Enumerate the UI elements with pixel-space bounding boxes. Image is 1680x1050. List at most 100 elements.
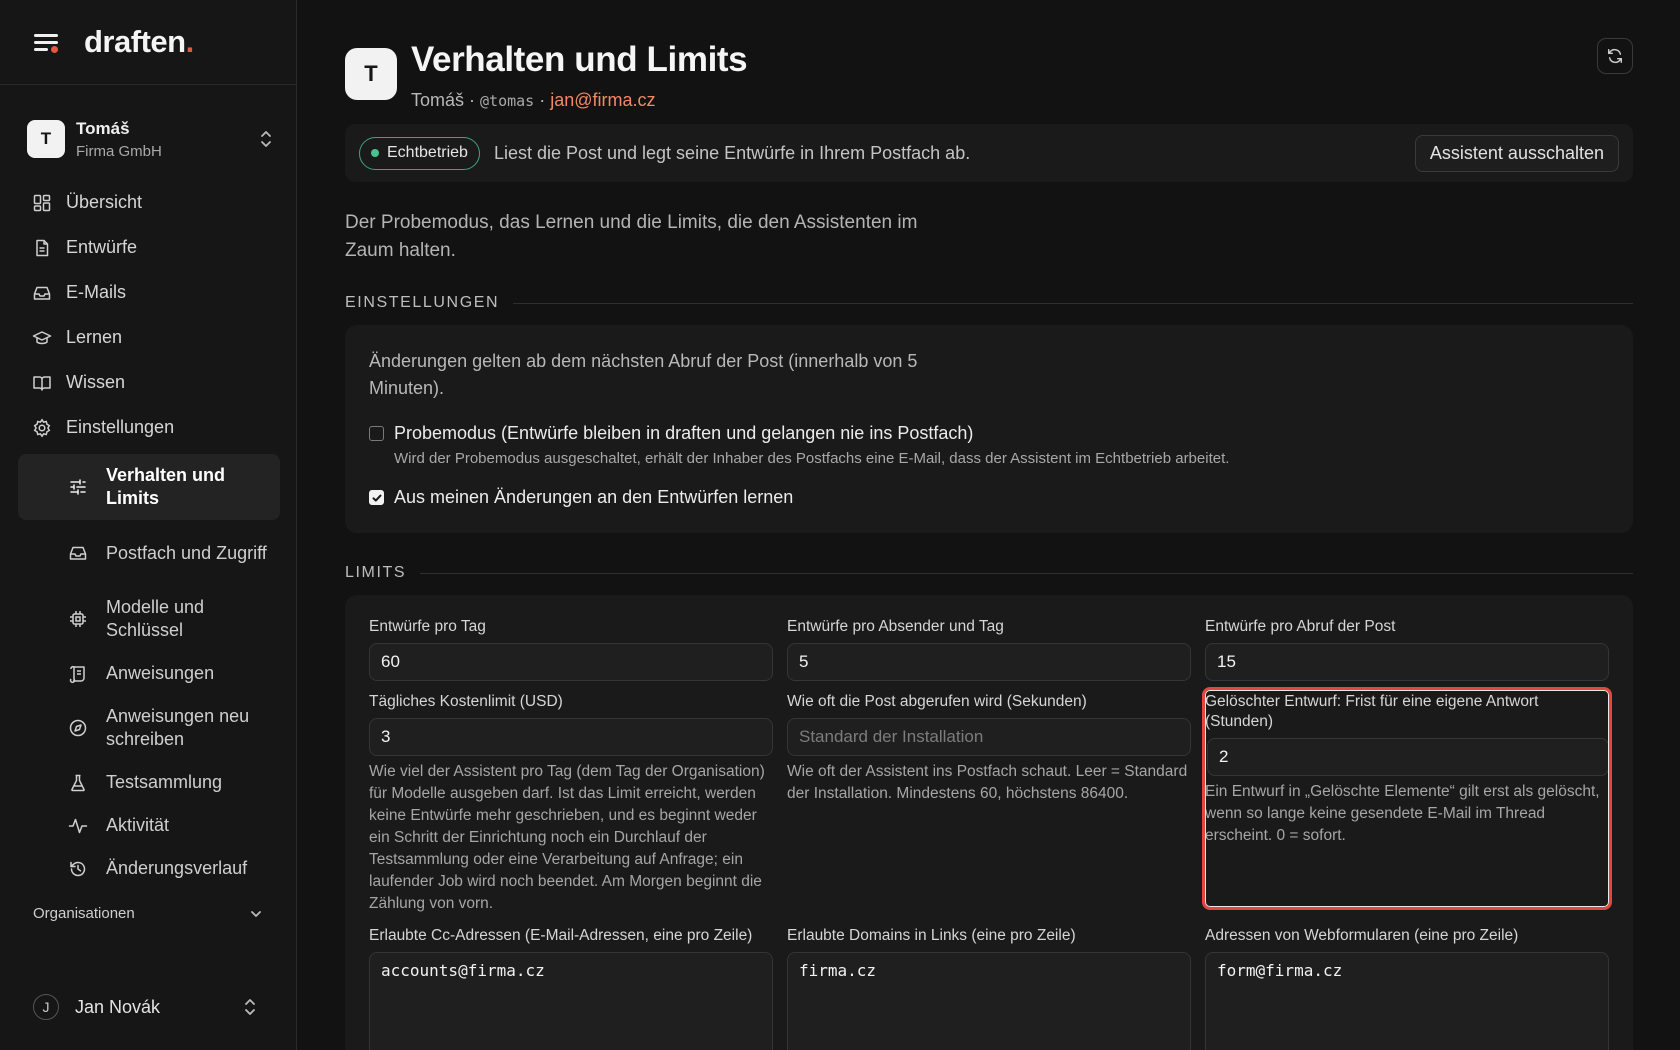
poll-interval-help: Wie oft der Assistent ins Postfach schau… bbox=[787, 763, 1188, 802]
sidebar-item-anweisungen-neu[interactable]: Anweisungen neu schreiben bbox=[18, 695, 280, 761]
webform-addresses-textarea[interactable]: form@firma.cz bbox=[1205, 952, 1609, 1050]
field-poll-interval: Wie oft die Post abgerufen wird (Sekunde… bbox=[787, 692, 1191, 805]
sidebar-item-testsammlung[interactable]: Testsammlung bbox=[18, 761, 280, 804]
status-bar: Echtbetrieb Liest die Post und legt sein… bbox=[345, 124, 1633, 182]
field-link-domains: Erlaubte Domains in Links (eine pro Zeil… bbox=[787, 926, 1191, 1050]
field-webform-addresses: Adressen von Webformularen (eine pro Zei… bbox=[1205, 926, 1609, 1050]
drafts-per-sender-input[interactable]: 5 bbox=[787, 643, 1191, 681]
page-subtitle: Tomáš · @tomas · jan@firma.cz bbox=[411, 90, 656, 110]
account-switcher[interactable]: T Tomáš Firma GmbH bbox=[27, 115, 273, 163]
trial-mode-label[interactable]: Probemodus (Entwürfe bleiben in draften … bbox=[394, 423, 1229, 444]
field-deleted-draft-grace: Gelöschter Entwurf: Frist für eine eigen… bbox=[1205, 692, 1609, 847]
sidebar-item-entwuerfe[interactable]: Entwürfe bbox=[18, 225, 280, 270]
drafts-per-day-input[interactable]: 60 bbox=[369, 643, 773, 681]
account-org: Firma GmbH bbox=[76, 142, 162, 160]
field-drafts-per-sender: Entwürfe pro Absender und Tag 5 bbox=[787, 617, 1191, 681]
sidebar-item-emails[interactable]: E-Mails bbox=[18, 270, 280, 315]
sidebar-item-label: Aktivität bbox=[106, 815, 170, 835]
account-name: Tomáš bbox=[76, 118, 130, 138]
status-badge: Echtbetrieb bbox=[359, 136, 480, 170]
sidebar-item-lernen[interactable]: Lernen bbox=[18, 315, 280, 360]
sliders-icon bbox=[70, 479, 86, 495]
account-avatar: T bbox=[27, 120, 65, 158]
organisations-toggle[interactable]: Organisationen bbox=[33, 905, 263, 922]
chevron-updown-icon bbox=[245, 999, 255, 1015]
cost-limit-help: Wie viel der Assistent pro Tag (dem Tag … bbox=[369, 763, 765, 912]
inbox-icon bbox=[33, 286, 51, 300]
sidebar: draften. T Tomáš Firma GmbH Übersicht En… bbox=[0, 0, 297, 1050]
user-menu[interactable]: J Jan Novák bbox=[33, 994, 263, 1020]
refresh-icon bbox=[1607, 48, 1623, 64]
learn-label[interactable]: Aus meinen Änderungen an den Entwürfen l… bbox=[394, 487, 793, 508]
logo[interactable]: draften. bbox=[84, 24, 194, 60]
book-icon bbox=[33, 375, 51, 391]
inbox-icon bbox=[69, 546, 87, 560]
cost-limit-input[interactable]: 3 bbox=[369, 718, 773, 756]
organisations-label: Organisationen bbox=[33, 905, 135, 922]
sidebar-item-label: Postfach und Zugriff bbox=[106, 542, 267, 563]
assistant-handle: @tomas bbox=[480, 92, 535, 110]
menu-icon[interactable] bbox=[32, 30, 60, 54]
sidebar-item-verhalten-limits[interactable]: Verhalten und Limits bbox=[18, 454, 280, 520]
sidebar-item-label: Einstellungen bbox=[66, 417, 175, 437]
chevron-down-icon bbox=[251, 910, 261, 917]
sidebar-item-einstellungen[interactable]: Einstellungen bbox=[18, 405, 280, 450]
trial-mode-help: Wird der Probemodus ausgeschaltet, erhäl… bbox=[394, 450, 1230, 467]
scroll-icon bbox=[69, 665, 85, 683]
poll-interval-input[interactable]: Standard der Installation bbox=[787, 718, 1191, 756]
sidebar-item-label: Anweisungen neu schreiben bbox=[106, 706, 250, 749]
limits-card: Entwürfe pro Tag 60 Entwürfe pro Absende… bbox=[345, 595, 1633, 1050]
status-text: Liest die Post und legt seine Entwürfe i… bbox=[493, 142, 971, 163]
page-title: Verhalten und Limits bbox=[411, 40, 748, 79]
graduation-cap-icon bbox=[32, 330, 52, 344]
trial-mode-checkbox[interactable] bbox=[369, 426, 384, 441]
learn-checkbox[interactable] bbox=[369, 490, 384, 505]
sidebar-item-label: Änderungsverlauf bbox=[106, 858, 248, 878]
disable-assistant-button[interactable]: Assistent ausschalten bbox=[1414, 134, 1619, 172]
user-name: Jan Novák bbox=[75, 996, 161, 1017]
assistant-name: Tomáš bbox=[411, 90, 465, 110]
trial-mode-row: Probemodus (Entwürfe bleiben in draften … bbox=[369, 423, 1229, 467]
sidebar-item-anweisungen[interactable]: Anweisungen bbox=[18, 652, 280, 695]
sidebar-item-modelle-schluessel[interactable]: Modelle und Schlüssel bbox=[18, 586, 280, 652]
sidebar-item-label: Lernen bbox=[66, 327, 123, 347]
cpu-icon bbox=[70, 611, 86, 627]
field-cost-limit: Tägliches Kostenlimit (USD) 3 Wie viel d… bbox=[369, 692, 773, 915]
user-avatar: J bbox=[33, 994, 59, 1020]
sidebar-item-label: Testsammlung bbox=[106, 772, 223, 792]
settings-note: Änderungen gelten ab dem nächsten Abruf … bbox=[369, 351, 918, 398]
learn-row: Aus meinen Änderungen an den Entwürfen l… bbox=[369, 487, 793, 508]
sidebar-item-aenderungsverlauf[interactable]: Änderungsverlauf bbox=[18, 847, 280, 890]
field-drafts-per-fetch: Entwürfe pro Abruf der Post 15 bbox=[1205, 617, 1609, 681]
dashboard-icon bbox=[33, 194, 51, 211]
sidebar-item-postfach-zugriff[interactable]: Postfach und Zugriff bbox=[18, 520, 280, 586]
settings-card: Änderungen gelten ab dem nächsten Abruf … bbox=[345, 325, 1633, 533]
document-icon bbox=[36, 239, 49, 256]
refresh-button[interactable] bbox=[1597, 38, 1633, 74]
settings-subnav: Verhalten und Limits Postfach und Zugrif… bbox=[18, 454, 280, 890]
section-settings-title: EINSTELLUNGEN bbox=[345, 294, 1633, 312]
assistant-avatar: T bbox=[345, 48, 397, 100]
link-domains-textarea[interactable]: firma.cz bbox=[787, 952, 1191, 1050]
sidebar-item-uebersicht[interactable]: Übersicht bbox=[18, 180, 280, 225]
sidebar-item-wissen[interactable]: Wissen bbox=[18, 360, 280, 405]
assistant-email[interactable]: jan@firma.cz bbox=[550, 90, 655, 110]
deleted-draft-grace-help: Ein Entwurf in „Gelöschte Elemente“ gilt… bbox=[1205, 783, 1600, 844]
sidebar-item-label: Modelle und Schlüssel bbox=[106, 597, 205, 640]
deleted-draft-grace-input[interactable]: 2 bbox=[1207, 738, 1609, 776]
field-drafts-per-day: Entwürfe pro Tag 60 bbox=[369, 617, 773, 681]
checkmark-icon bbox=[372, 494, 381, 502]
drafts-per-fetch-input[interactable]: 15 bbox=[1205, 643, 1609, 681]
sidebar-item-aktivitaet[interactable]: Aktivität bbox=[18, 804, 280, 847]
cc-addresses-textarea[interactable]: accounts@firma.cz bbox=[369, 952, 773, 1050]
sidebar-item-label: Anweisungen bbox=[106, 663, 215, 683]
gear-icon bbox=[33, 417, 51, 438]
live-dot-icon bbox=[371, 149, 379, 157]
sidebar-item-label: Wissen bbox=[66, 372, 126, 392]
sidebar-nav: Übersicht Entwürfe E-Mails Lernen Wissen… bbox=[18, 180, 280, 890]
history-icon bbox=[70, 861, 86, 876]
activity-icon bbox=[68, 818, 88, 833]
section-limits-title: LIMITS bbox=[345, 564, 1633, 582]
brand-bar: draften. bbox=[0, 0, 296, 85]
compass-icon bbox=[69, 719, 87, 737]
